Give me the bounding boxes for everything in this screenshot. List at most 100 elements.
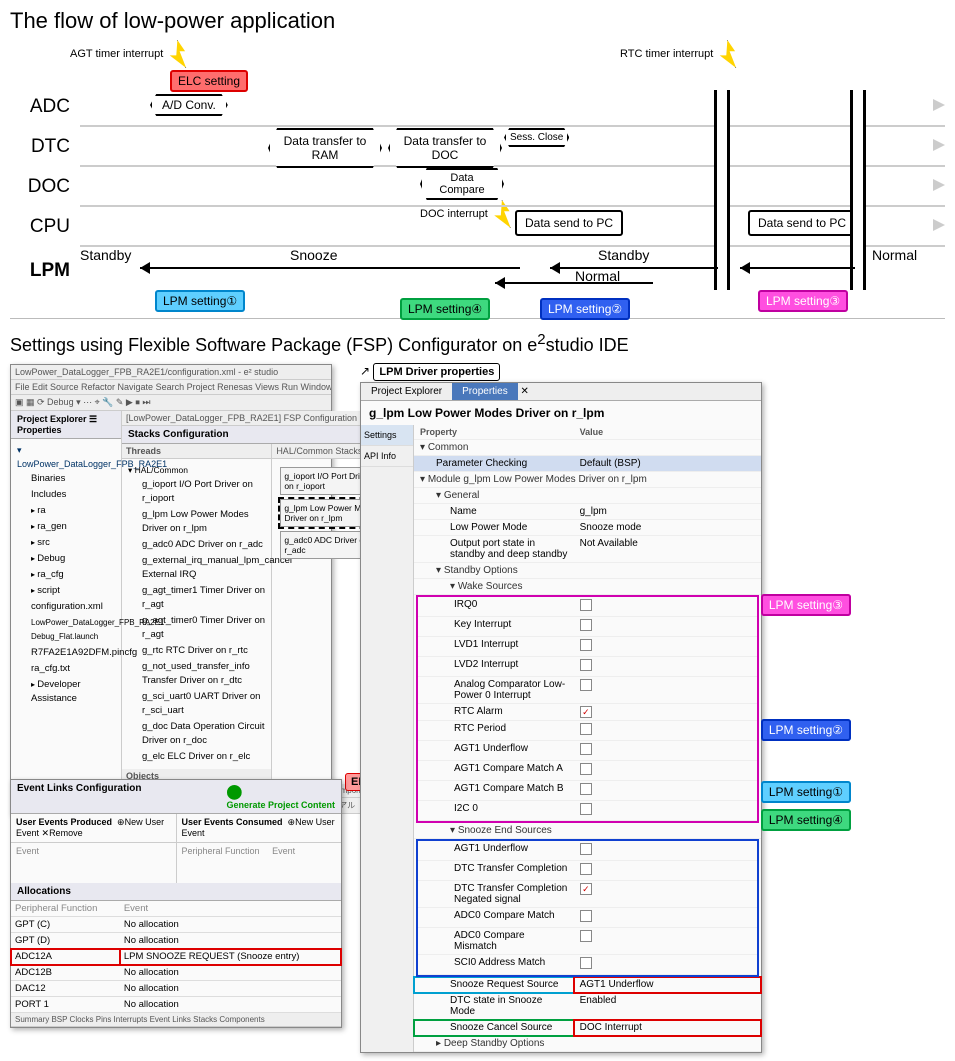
elc-table: Peripheral FunctionEvent GPT (C)No alloc…: [11, 901, 341, 1013]
thread-item[interactable]: g_sci_uart0 UART Driver on r_sci_uart: [128, 689, 265, 719]
doc-interrupt-label: DOC interrupt: [420, 208, 488, 220]
rtc-interrupt-label: RTC timer interrupt: [620, 48, 713, 60]
prop-row[interactable]: ADC0 Compare Match: [418, 908, 574, 928]
explorer-tab[interactable]: Project Explorer: [17, 414, 87, 424]
thread-item[interactable]: g_agt_timer0 Timer Driver on r_agt: [128, 613, 265, 643]
thread-item[interactable]: g_lpm Low Power Modes Driver on r_lpm: [128, 507, 265, 537]
prop-row[interactable]: DTC Transfer Completion: [418, 861, 574, 881]
lpm-setting-3-tag: LPM setting③: [758, 290, 848, 312]
prop-row[interactable]: SCI0 Address Match: [418, 955, 574, 975]
arrow-icon: ↗: [360, 364, 370, 378]
ide-window: LowPower_DataLogger_FPB_RA2E1/configurat…: [10, 364, 332, 815]
thread-item[interactable]: g_agt_timer1 Timer Driver on r_agt: [128, 583, 265, 613]
thread-item[interactable]: g_elc ELC Driver on r_elc: [128, 749, 265, 765]
prop-row[interactable]: AGT1 Compare Match B: [418, 781, 574, 801]
prop-row[interactable]: Parameter Checking: [414, 456, 574, 472]
elc-row[interactable]: GPT (D): [11, 933, 120, 949]
events-produced-header: User Events Produced: [16, 817, 112, 827]
prop-row[interactable]: AGT1 Underflow: [418, 841, 574, 861]
lpm-setting-2-tag: LPM setting②: [540, 298, 630, 320]
prop-row[interactable]: RTC Alarm: [418, 704, 574, 721]
thread-item[interactable]: g_rtc RTC Driver on r_rtc: [128, 643, 265, 659]
lpm-setting-2-tag: LPM setting②: [761, 719, 851, 741]
lpm-setting-4-tag: LPM setting④: [400, 298, 490, 320]
tree-item[interactable]: Debug: [17, 551, 115, 567]
thread-item[interactable]: g_external_irq_manual_lpm_cancel Externa…: [128, 553, 265, 583]
agt-interrupt-label: AGT timer interrupt: [70, 48, 163, 60]
tab-properties[interactable]: Properties: [452, 383, 518, 400]
lane-label: DOC: [10, 176, 70, 198]
thread-item[interactable]: g_doc Data Operation Circuit Driver on r…: [128, 719, 265, 749]
fsp-subtitle: Settings using Flexible Software Package…: [10, 331, 945, 356]
lpm-setting-4-tag: LPM setting④: [761, 809, 851, 831]
common-stacks-header: HAL/Common Stacks: [276, 446, 362, 456]
checkbox-checked-icon[interactable]: ✓: [580, 706, 592, 718]
tree-item[interactable]: script: [17, 583, 115, 599]
tree-item[interactable]: R7FA2E1A92DFM.pincfg: [17, 645, 115, 661]
checkbox-icon[interactable]: [580, 599, 592, 611]
generate-button[interactable]: Generate Project Content: [226, 800, 335, 810]
event-column: Event: [11, 843, 176, 883]
prop-row[interactable]: LVD2 Interrupt: [418, 657, 574, 677]
bolt-icon: [166, 40, 188, 68]
lpm-properties-callout: LPM Driver properties: [373, 363, 500, 381]
checkbox-checked-icon[interactable]: ✓: [580, 883, 592, 895]
tree-item[interactable]: ra_cfg: [17, 567, 115, 583]
col-property: Property: [414, 425, 574, 440]
lpm-setting-3-tag: LPM setting③: [761, 594, 851, 616]
thread-item[interactable]: g_ioport I/O Port Driver on r_ioport: [128, 477, 265, 507]
prop-row[interactable]: RTC Period: [418, 721, 574, 741]
prop-row[interactable]: Key Interrupt: [418, 617, 574, 637]
tab-explorer[interactable]: Project Explorer: [361, 383, 452, 400]
elc-title: Event Links Configuration: [17, 783, 141, 810]
prop-row[interactable]: DTC Transfer Completion Negated signal: [418, 881, 574, 908]
prop-row[interactable]: Low Power Mode: [414, 520, 574, 536]
prop-row[interactable]: Output port state in standby and deep st…: [414, 536, 574, 563]
thread-item[interactable]: g_adc0 ADC Driver on r_adc: [128, 537, 265, 553]
lpm-setting-1-tag: LPM setting①: [155, 290, 245, 312]
tree-item[interactable]: LowPower_DataLogger_FPB_RA2E1 Debug_Flat…: [17, 615, 115, 645]
remove-button[interactable]: Remove: [49, 828, 83, 838]
lane-label: ADC: [10, 96, 70, 118]
side-nav[interactable]: Settings API Info: [361, 425, 414, 1052]
tree-item[interactable]: Includes: [17, 487, 115, 503]
tree-item[interactable]: ra: [17, 503, 115, 519]
bolt-icon: [716, 40, 738, 68]
tree-item[interactable]: Developer Assistance: [17, 677, 115, 707]
tree-item[interactable]: Binaries: [17, 471, 115, 487]
bottom-tabs[interactable]: Summary BSP Clocks Pins Interrupts Event…: [11, 1013, 341, 1027]
state-label: Standby: [598, 247, 649, 263]
elc-row[interactable]: DAC12: [11, 981, 120, 997]
data-compare-block: Data Compare: [420, 168, 504, 200]
prop-row[interactable]: I2C 0: [418, 801, 574, 821]
thread-item[interactable]: g_not_used_transfer_info Transfer Driver…: [128, 659, 265, 689]
properties-title: g_lpm Low Power Modes Driver on r_lpm: [361, 401, 761, 425]
tree-item[interactable]: configuration.xml: [17, 599, 115, 615]
col-value: Value: [574, 425, 761, 440]
prop-row[interactable]: DTC state in Snooze Mode: [414, 993, 574, 1020]
elc-row[interactable]: PORT 1: [11, 997, 120, 1013]
properties-panel: Project ExplorerProperties ✕ g_lpm Low P…: [360, 382, 762, 1053]
page-title: The flow of low-power application: [10, 8, 945, 34]
elc-row[interactable]: ADC12B: [11, 965, 120, 981]
tree-item[interactable]: src: [17, 535, 115, 551]
tree-item[interactable]: ra_cfg.txt: [17, 661, 115, 677]
tree-item[interactable]: ra_gen: [17, 519, 115, 535]
prop-row[interactable]: AGT1 Compare Match A: [418, 761, 574, 781]
elc-row-adc12a[interactable]: ADC12A: [11, 949, 120, 965]
prop-row[interactable]: IRQ0: [418, 597, 574, 617]
prop-row[interactable]: ADC0 Compare Mismatch: [418, 928, 574, 955]
window-title: LowPower_DataLogger_FPB_RA2E1/configurat…: [11, 365, 331, 380]
elc-setting-tag: ELC setting: [170, 70, 248, 92]
prop-row[interactable]: LVD1 Interrupt: [418, 637, 574, 657]
elc-row[interactable]: GPT (C): [11, 917, 120, 933]
lane-label: LPM: [10, 260, 70, 282]
prop-row[interactable]: Name: [414, 504, 574, 520]
prop-row[interactable]: AGT1 Underflow: [418, 741, 574, 761]
menu-bar[interactable]: File Edit Source Refactor Navigate Searc…: [11, 380, 331, 395]
prop-snooze-request[interactable]: Snooze Request Source: [414, 977, 574, 993]
prop-snooze-cancel[interactable]: Snooze Cancel Source: [414, 1020, 574, 1036]
threads-header: Threads: [126, 446, 161, 456]
prop-row[interactable]: Analog Comparator Low-Power 0 Interrupt: [418, 677, 574, 704]
elc-panel: Event Links Configuration⬤Generate Proje…: [10, 779, 342, 1028]
